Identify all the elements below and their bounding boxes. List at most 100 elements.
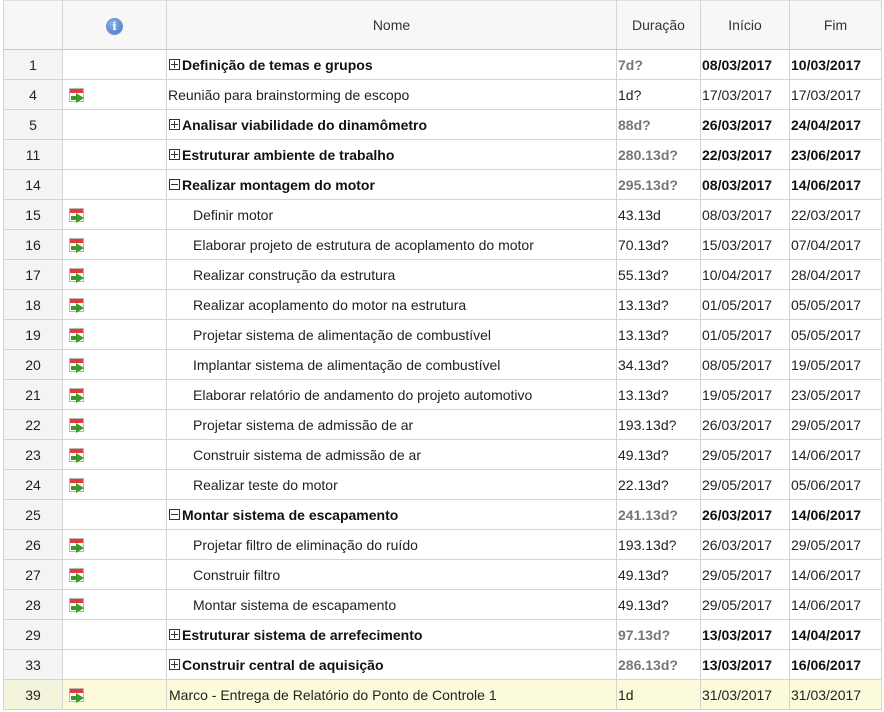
row-id-cell[interactable]: 28 bbox=[3, 589, 63, 620]
start-date-cell[interactable]: 26/03/2017 bbox=[700, 109, 790, 140]
row-id-cell[interactable]: 11 bbox=[3, 139, 63, 170]
task-name-cell[interactable]: Construir filtro bbox=[166, 559, 617, 590]
expand-icon[interactable] bbox=[169, 628, 180, 640]
task-row[interactable]: 20 Implantar sistema de alimentação de co… bbox=[3, 349, 882, 380]
duration-cell[interactable]: 280.13d? bbox=[616, 139, 701, 170]
task-name-cell[interactable]: Realizar teste do motor bbox=[166, 469, 617, 500]
duration-cell[interactable]: 193.13d? bbox=[616, 529, 701, 560]
end-date-cell[interactable]: 31/03/2017 bbox=[789, 679, 882, 710]
row-id-cell[interactable]: 27 bbox=[3, 559, 63, 590]
duration-cell[interactable]: 49.13d? bbox=[616, 559, 701, 590]
task-row[interactable]: 23 Construir sistema de admissão de ar 49.… bbox=[3, 439, 882, 470]
row-id-cell[interactable]: 16 bbox=[3, 229, 63, 260]
task-row[interactable]: 17 Realizar construção da estrutura 55.13d… bbox=[3, 259, 882, 290]
task-name-cell[interactable]: Definição de temas e grupos bbox=[166, 49, 617, 80]
task-name-cell[interactable]: Montar sistema de escapamento bbox=[166, 499, 617, 530]
end-date-cell[interactable]: 29/05/2017 bbox=[789, 409, 882, 440]
end-date-cell[interactable]: 14/06/2017 bbox=[789, 499, 882, 530]
row-id-cell[interactable]: 26 bbox=[3, 529, 63, 560]
task-row[interactable]: 24 Realizar teste do motor 22.13d? 29/05/20… bbox=[3, 469, 882, 500]
expand-icon[interactable] bbox=[169, 148, 180, 160]
duration-cell[interactable]: 193.13d? bbox=[616, 409, 701, 440]
duration-cell[interactable]: 1d? bbox=[616, 79, 701, 110]
row-id-cell[interactable]: 24 bbox=[3, 469, 63, 500]
task-row[interactable]: 15 Definir motor 43.13d 08/03/2017 22/03/201… bbox=[3, 199, 882, 230]
duration-cell[interactable]: 13.13d? bbox=[616, 289, 701, 320]
row-id-cell[interactable]: 14 bbox=[3, 169, 63, 200]
start-date-cell[interactable]: 01/05/2017 bbox=[700, 319, 790, 350]
row-id-cell[interactable]: 18 bbox=[3, 289, 63, 320]
task-name-cell[interactable]: Projetar filtro de eliminação do ruído bbox=[166, 529, 617, 560]
end-date-cell[interactable]: 28/04/2017 bbox=[789, 259, 882, 290]
summary-task-row[interactable]: 11 Estruturar ambiente de trabalho 280.13d… bbox=[3, 139, 882, 170]
start-date-cell[interactable]: 13/03/2017 bbox=[700, 649, 790, 680]
start-date-cell[interactable]: 01/05/2017 bbox=[700, 289, 790, 320]
duration-cell[interactable]: 1d bbox=[616, 679, 701, 710]
start-date-cell[interactable]: 26/03/2017 bbox=[700, 409, 790, 440]
start-date-cell[interactable]: 10/04/2017 bbox=[700, 259, 790, 290]
task-row[interactable]: 27 Construir filtro 49.13d? 29/05/2017 14/06… bbox=[3, 559, 882, 590]
summary-task-row[interactable]: 5 Analisar viabilidade do dinamômetro 88d?… bbox=[3, 109, 882, 140]
row-id-cell[interactable]: 1 bbox=[3, 49, 63, 80]
end-date-cell[interactable]: 23/05/2017 bbox=[789, 379, 882, 410]
task-name-cell[interactable]: Estruturar sistema de arrefecimento bbox=[166, 619, 617, 650]
task-name-cell[interactable]: Construir central de aquisição bbox=[166, 649, 617, 680]
start-date-cell[interactable]: 26/03/2017 bbox=[700, 499, 790, 530]
header-name-column[interactable]: Nome bbox=[166, 0, 617, 50]
duration-cell[interactable]: 34.13d? bbox=[616, 349, 701, 380]
start-date-cell[interactable]: 31/03/2017 bbox=[700, 679, 790, 710]
collapse-icon[interactable] bbox=[169, 178, 180, 190]
task-name-cell[interactable]: Projetar sistema de admissão de ar bbox=[166, 409, 617, 440]
task-row[interactable]: 19 Projetar sistema de alimentação de com… bbox=[3, 319, 882, 350]
end-date-cell[interactable]: 05/05/2017 bbox=[789, 289, 882, 320]
task-name-cell[interactable]: Elaborar projeto de estrutura de acoplam… bbox=[166, 229, 617, 260]
header-start-column[interactable]: Início bbox=[700, 0, 790, 50]
duration-cell[interactable]: 7d? bbox=[616, 49, 701, 80]
end-date-cell[interactable]: 22/03/2017 bbox=[789, 199, 882, 230]
header-indicators-column[interactable]: i bbox=[62, 0, 167, 50]
start-date-cell[interactable]: 17/03/2017 bbox=[700, 79, 790, 110]
row-id-cell[interactable]: 15 bbox=[3, 199, 63, 230]
row-id-cell[interactable]: 33 bbox=[3, 649, 63, 680]
task-name-cell[interactable]: Analisar viabilidade do dinamômetro bbox=[166, 109, 617, 140]
task-row[interactable]: 22 Projetar sistema de admissão de ar 193.… bbox=[3, 409, 882, 440]
start-date-cell[interactable]: 29/05/2017 bbox=[700, 469, 790, 500]
end-date-cell[interactable]: 07/04/2017 bbox=[789, 229, 882, 260]
summary-task-row[interactable]: 1 Definição de temas e grupos 7d? 08/03/201… bbox=[3, 49, 882, 80]
start-date-cell[interactable]: 22/03/2017 bbox=[700, 139, 790, 170]
task-name-cell[interactable]: Montar sistema de escapamento bbox=[166, 589, 617, 620]
task-name-cell[interactable]: Estruturar ambiente de trabalho bbox=[166, 139, 617, 170]
row-id-cell[interactable]: 25 bbox=[3, 499, 63, 530]
end-date-cell[interactable]: 14/06/2017 bbox=[789, 589, 882, 620]
expand-icon[interactable] bbox=[169, 658, 180, 670]
end-date-cell[interactable]: 14/04/2017 bbox=[789, 619, 882, 650]
collapse-icon[interactable] bbox=[169, 508, 180, 520]
row-id-cell[interactable]: 29 bbox=[3, 619, 63, 650]
start-date-cell[interactable]: 13/03/2017 bbox=[700, 619, 790, 650]
duration-cell[interactable]: 295.13d? bbox=[616, 169, 701, 200]
duration-cell[interactable]: 22.13d? bbox=[616, 469, 701, 500]
end-date-cell[interactable]: 14/06/2017 bbox=[789, 439, 882, 470]
end-date-cell[interactable]: 29/05/2017 bbox=[789, 529, 882, 560]
task-row[interactable]: 16 Elaborar projeto de estrutura de acopl… bbox=[3, 229, 882, 260]
task-name-cell[interactable]: Reunião para brainstorming de escopo bbox=[166, 79, 617, 110]
duration-cell[interactable]: 13.13d? bbox=[616, 319, 701, 350]
duration-cell[interactable]: 70.13d? bbox=[616, 229, 701, 260]
start-date-cell[interactable]: 19/05/2017 bbox=[700, 379, 790, 410]
end-date-cell[interactable]: 16/06/2017 bbox=[789, 649, 882, 680]
task-name-cell[interactable]: Implantar sistema de alimentação de comb… bbox=[166, 349, 617, 380]
task-row[interactable]: 28 Montar sistema de escapamento 49.13d? 29… bbox=[3, 589, 882, 620]
task-name-cell[interactable]: Construir sistema de admissão de ar bbox=[166, 439, 617, 470]
row-id-cell[interactable]: 22 bbox=[3, 409, 63, 440]
task-name-cell[interactable]: Definir motor bbox=[166, 199, 617, 230]
milestone-row[interactable]: 39 Marco - Entrega de Relatório do Ponto … bbox=[3, 679, 882, 710]
task-name-cell[interactable]: Realizar construção da estrutura bbox=[166, 259, 617, 290]
row-id-cell[interactable]: 20 bbox=[3, 349, 63, 380]
start-date-cell[interactable]: 08/03/2017 bbox=[700, 169, 790, 200]
start-date-cell[interactable]: 29/05/2017 bbox=[700, 439, 790, 470]
end-date-cell[interactable]: 19/05/2017 bbox=[789, 349, 882, 380]
end-date-cell[interactable]: 14/06/2017 bbox=[789, 169, 882, 200]
task-row[interactable]: 18 Realizar acoplamento do motor na estru… bbox=[3, 289, 882, 320]
row-id-cell[interactable]: 4 bbox=[3, 79, 63, 110]
end-date-cell[interactable]: 05/06/2017 bbox=[789, 469, 882, 500]
